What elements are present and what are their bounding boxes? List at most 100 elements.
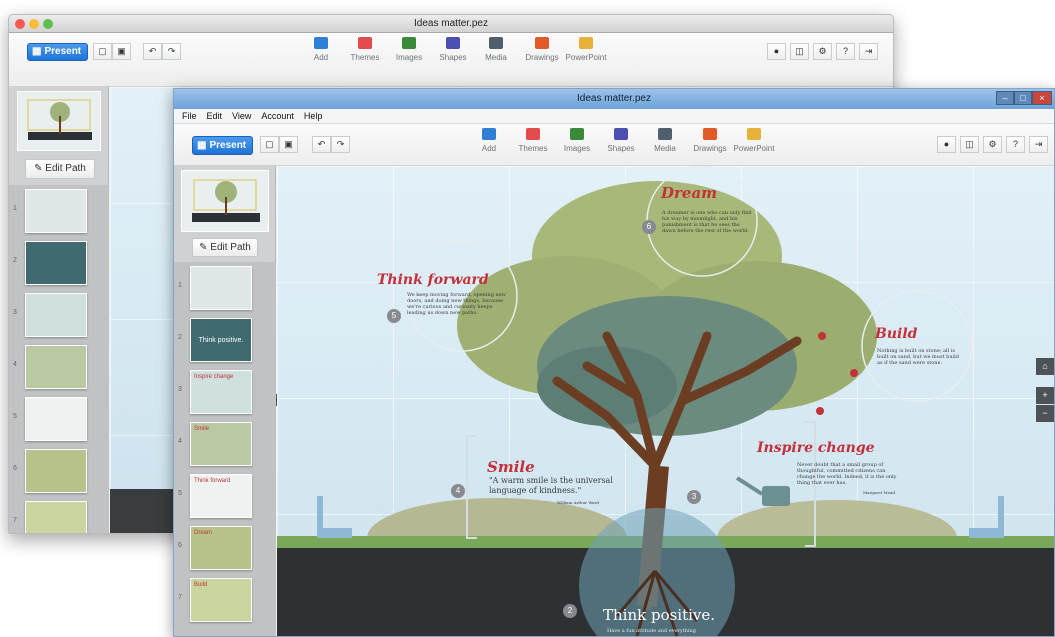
tool-add[interactable]: Add	[296, 37, 346, 62]
undo-icon[interactable]: ↶	[312, 136, 331, 153]
shapes-icon	[446, 37, 460, 49]
tree-illustration	[277, 166, 1054, 636]
tool-media[interactable]: Media	[640, 128, 690, 153]
themes-icon	[358, 37, 372, 49]
back-window-titlebar: Ideas matter.pez	[9, 15, 893, 33]
slide-thumb[interactable]	[25, 345, 87, 389]
think-forward-text: We keep moving forward, opening new door…	[407, 292, 506, 316]
slide-thumb[interactable]: Inspire change	[190, 370, 252, 414]
close-icon[interactable]: ×	[1032, 91, 1052, 105]
undo-icon[interactable]: ↶	[143, 43, 162, 60]
present-button[interactable]: ▦ Present	[192, 136, 254, 155]
dream-text: A dreamer is one who can only find his w…	[662, 210, 752, 234]
settings-icon[interactable]: ⚙	[983, 136, 1002, 153]
dream-title: Dream	[661, 184, 718, 202]
save-icon[interactable]: ▣	[112, 43, 131, 60]
exit-icon[interactable]: ⇥	[859, 43, 878, 60]
share-icon[interactable]: ●	[767, 43, 786, 60]
tool-add[interactable]: Add	[464, 128, 514, 153]
tool-themes[interactable]: Themes	[508, 128, 558, 153]
back-window-title: Ideas matter.pez	[414, 18, 488, 29]
slide-thumb[interactable]	[25, 189, 87, 233]
edit-path-button[interactable]: ✎ Edit Path	[192, 238, 258, 257]
smile-author: William Arthur Ward	[557, 500, 599, 505]
menu-file[interactable]: File	[182, 109, 197, 123]
slide-thumb[interactable]: Smile	[190, 422, 252, 466]
front-window-title: Ideas matter.pez	[577, 93, 651, 104]
tool-images[interactable]: Images	[384, 37, 434, 62]
help-icon[interactable]: ?	[836, 43, 855, 60]
slide-thumb[interactable]	[25, 241, 87, 285]
overview-thumb[interactable]	[181, 170, 269, 232]
tool-powerpoint[interactable]: PowerPoint	[729, 128, 779, 153]
zoom-out-icon[interactable]: −	[1036, 405, 1054, 422]
zoom-in-icon[interactable]: +	[1036, 387, 1054, 404]
step-number: 6	[642, 220, 656, 234]
maximize-icon[interactable]: □	[1014, 91, 1032, 105]
tree-thumb-icon	[27, 99, 92, 140]
slide-thumb[interactable]: Build	[190, 578, 252, 622]
slide-thumb[interactable]: Think positive.	[190, 318, 252, 362]
slide-thumb[interactable]	[25, 501, 87, 533]
zoom-icon[interactable]	[43, 19, 53, 29]
image-icon	[570, 128, 584, 140]
overview-thumb[interactable]	[17, 91, 101, 151]
tool-drawings[interactable]: Drawings	[685, 128, 735, 153]
presentation-canvas[interactable]: Dream 6 A dreamer is one who can only fi…	[277, 166, 1054, 636]
menu-edit[interactable]: Edit	[207, 109, 223, 123]
minimize-icon[interactable]	[29, 19, 39, 29]
menu-account[interactable]: Account	[261, 109, 294, 123]
menu-view[interactable]: View	[232, 109, 251, 123]
step-number: 5	[387, 309, 401, 323]
redo-icon[interactable]: ↷	[331, 136, 350, 153]
plus-icon	[314, 37, 328, 49]
inspire-change-title: Inspire change	[757, 440, 875, 456]
slide-thumb[interactable]: Think forward	[190, 474, 252, 518]
tool-powerpoint[interactable]: PowerPoint	[561, 37, 611, 62]
step-number: 2	[563, 604, 577, 618]
redo-icon[interactable]: ↷	[162, 43, 181, 60]
slide-thumb[interactable]	[190, 266, 252, 310]
close-icon[interactable]	[15, 19, 25, 29]
help-icon[interactable]: ?	[1006, 136, 1025, 153]
front-window: Ideas matter.pez – □ × File Edit View Ac…	[173, 88, 1055, 637]
print-icon[interactable]: ◫	[960, 136, 979, 153]
new-file-icon[interactable]: ▢	[260, 136, 279, 153]
home-icon[interactable]: ⌂	[1036, 358, 1054, 375]
drawings-icon	[703, 128, 717, 140]
tool-images[interactable]: Images	[552, 128, 602, 153]
media-icon	[489, 37, 503, 49]
back-toolbar: ▦ Present ▢ ▣ ↶ ↷ Add Themes Images Shap…	[9, 33, 893, 87]
save-icon[interactable]: ▣	[279, 136, 298, 153]
smile-quote: "A warm smile is the universal language …	[489, 476, 613, 495]
tree-thumb-icon	[192, 179, 260, 222]
front-window-titlebar: Ideas matter.pez – □ ×	[174, 89, 1054, 109]
think-positive-title: Think positive.	[603, 606, 716, 624]
think-forward-title: Think forward	[377, 272, 489, 288]
front-toolbar: ▦ Present ▢ ▣ ↶ ↷ Add Themes Images Shap…	[174, 124, 1054, 166]
slide-sidebar: ✎ Edit Path 1 2 Think positive. 3 Inspir…	[174, 166, 276, 636]
slide-thumb[interactable]	[25, 449, 87, 493]
exit-icon[interactable]: ⇥	[1029, 136, 1048, 153]
tool-drawings[interactable]: Drawings	[517, 37, 567, 62]
tool-shapes[interactable]: Shapes	[596, 128, 646, 153]
print-icon[interactable]: ◫	[790, 43, 809, 60]
settings-icon[interactable]: ⚙	[813, 43, 832, 60]
slide-thumb[interactable]: Dream	[190, 526, 252, 570]
tool-themes[interactable]: Themes	[340, 37, 390, 62]
tool-media[interactable]: Media	[471, 37, 521, 62]
back-slide-sidebar: ✎ Edit Path 1 2 3 4 5 6 7	[9, 87, 109, 533]
minimize-icon[interactable]: –	[996, 91, 1014, 105]
inspire-change-author: Margaret Mead	[863, 490, 895, 495]
slide-thumb[interactable]	[25, 397, 87, 441]
step-number: 3	[687, 490, 701, 504]
new-file-icon[interactable]: ▢	[93, 43, 112, 60]
share-icon[interactable]: ●	[937, 136, 956, 153]
menu-help[interactable]: Help	[304, 109, 323, 123]
slide-thumb[interactable]	[25, 293, 87, 337]
image-icon	[402, 37, 416, 49]
build-title: Build	[875, 326, 918, 342]
edit-path-button[interactable]: ✎ Edit Path	[25, 159, 95, 179]
inspire-change-text: Never doubt that a small group of though…	[797, 462, 897, 486]
present-button[interactable]: ▦ Present	[27, 43, 89, 61]
